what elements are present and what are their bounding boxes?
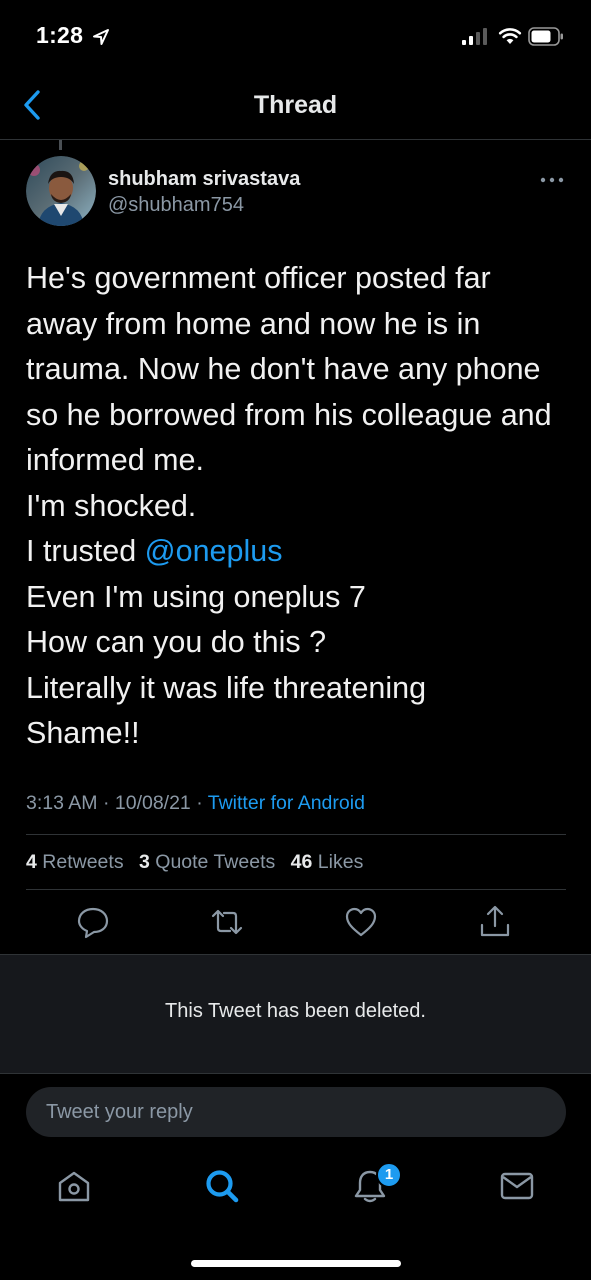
author-name[interactable]: shubham srivastava: [108, 168, 300, 191]
tweet-line: informed me.: [26, 443, 204, 477]
status-bar: 1:28: [0, 0, 591, 72]
tweet-stats: 4 Retweets 3 Quote Tweets 46 Likes: [26, 851, 373, 874]
avatar[interactable]: [26, 156, 96, 226]
battery-icon: [528, 27, 563, 46]
search-icon[interactable]: [204, 1168, 240, 1204]
thread-screen: 1:28 Thread shubham srivastava @shubham7…: [0, 0, 591, 1280]
mention-prefix: I trusted: [26, 534, 145, 568]
deleted-tweet-notice: This Tweet has been deleted.: [0, 954, 591, 1074]
messages-icon[interactable]: [499, 1168, 535, 1204]
tab-bar: [0, 1150, 591, 1230]
reply-input[interactable]: Tweet your reply: [26, 1087, 566, 1137]
mention-link[interactable]: @oneplus: [145, 534, 283, 568]
status-time: 1:28: [36, 22, 84, 48]
more-options-icon[interactable]: [540, 176, 564, 184]
share-icon[interactable]: [478, 904, 512, 940]
retweets-stat[interactable]: 4 Retweets: [26, 851, 124, 873]
retweet-icon[interactable]: [210, 904, 244, 940]
page-title: Thread: [253, 91, 338, 119]
divider: [26, 834, 566, 835]
tweet-actions: [0, 904, 591, 946]
divider: [26, 889, 566, 890]
tweet-line-mention: I trusted @oneplus: [26, 529, 571, 575]
tweet-line: Literally it was life threatening: [26, 670, 427, 705]
location-arrow-icon: [93, 29, 109, 45]
tweet-timestamp: 3:13 AM · 10/08/21 · Twitter for Android: [26, 792, 365, 815]
quote-tweets-stat[interactable]: 3 Quote Tweets: [139, 851, 275, 873]
timestamp-text: 3:13 AM · 10/08/21 ·: [26, 792, 208, 814]
thread-connector-line: [59, 140, 62, 150]
tweet-line: I'm shocked.: [26, 488, 197, 523]
cellular-signal-icon: [462, 28, 487, 45]
tweet-line: so he borrowed from his colleague and: [26, 397, 552, 432]
tweet-line: trauma. Now he don't have any phone: [26, 352, 541, 386]
tweet-line: Shame!!: [26, 716, 140, 750]
tweet-line: He's government officer posted far: [26, 261, 491, 295]
retweets-label: Retweets: [42, 851, 124, 873]
tweet-line: Even I'm using oneplus 7: [26, 579, 366, 614]
tweet-line: away from home and now he is in: [26, 306, 481, 341]
deleted-tweet-text: This Tweet has been deleted.: [165, 1000, 426, 1022]
likes-label: Likes: [317, 851, 364, 873]
tweet-line: How can you do this ?: [26, 625, 327, 659]
home-indicator: [191, 1260, 401, 1267]
like-icon[interactable]: [344, 904, 378, 940]
quotes-count: 3: [139, 851, 150, 873]
quotes-label: Quote Tweets: [155, 851, 276, 873]
wifi-icon: [498, 28, 522, 44]
home-icon[interactable]: [56, 1168, 92, 1204]
navigation-bar: Thread: [0, 72, 591, 140]
author-handle[interactable]: @shubham754: [108, 194, 244, 217]
notification-badge: 1: [376, 1162, 402, 1188]
reply-icon[interactable]: [76, 904, 110, 940]
tweet-text: He's government officer posted far away …: [26, 256, 571, 757]
source-link[interactable]: Twitter for Android: [208, 792, 365, 814]
likes-count: 46: [290, 851, 313, 873]
retweets-count: 4: [26, 851, 37, 873]
likes-stat[interactable]: 46 Likes: [291, 851, 364, 873]
